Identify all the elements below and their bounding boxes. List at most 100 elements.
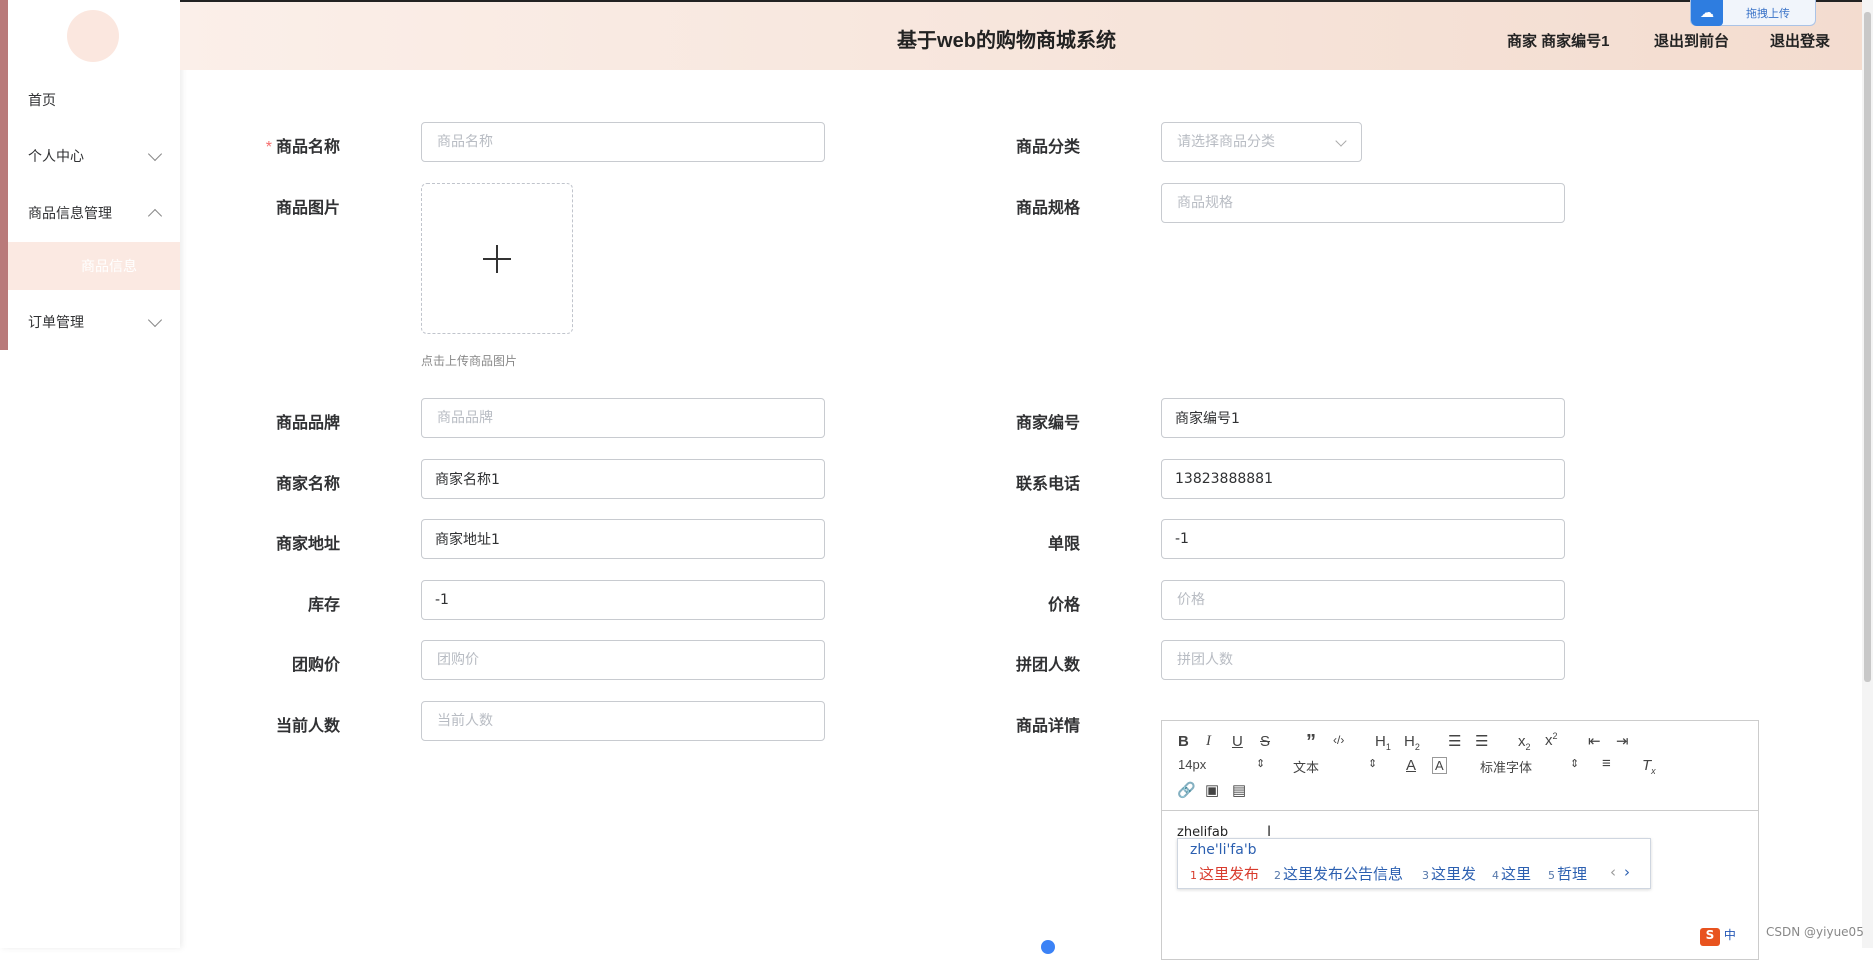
merchant-address-value: 商家地址1 <box>435 532 500 548</box>
ime-tray: S 中 <box>1700 926 1736 948</box>
current-count-field[interactable] <box>421 701 825 741</box>
group-size-field[interactable] <box>1161 640 1565 680</box>
underline-icon[interactable]: U <box>1232 733 1243 750</box>
ime-candidate[interactable]: 1 这里发布 <box>1190 863 1259 884</box>
indent-icon[interactable]: ⇥ <box>1616 732 1629 750</box>
spec-field[interactable] <box>1161 183 1565 223</box>
scrollbar-thumb[interactable] <box>1864 12 1871 682</box>
image-icon[interactable]: ▣ <box>1205 781 1219 799</box>
sidebar-item-label: 商品信息 <box>81 259 137 275</box>
watermark: CSDN @yiyue05 <box>1766 925 1864 939</box>
category-label: 商品分类 <box>1015 139 1080 156</box>
video-icon[interactable]: ▤ <box>1232 781 1246 799</box>
subscript-icon[interactable]: x2 <box>1518 733 1531 752</box>
limit-field[interactable]: -1 <box>1161 519 1565 559</box>
editor-toolbar: B I U S ” ‹/› H1 H2 ☰ ☰ x2 x2 ⇤ ⇥ 14px ⇕… <box>1162 721 1758 811</box>
sidebar-accent-strip <box>0 0 8 350</box>
group-price-input[interactable] <box>435 651 811 669</box>
chevron-down-icon <box>147 146 163 162</box>
sidebar-item-personal-center[interactable]: 个人中心 <box>8 132 180 180</box>
drag-upload-label: 拖拽上传 <box>1746 6 1790 20</box>
sidebar-item-product-management[interactable]: 商品信息管理 <box>8 189 180 237</box>
merchant-name-field[interactable]: 商家名称1 <box>421 459 825 499</box>
ime-composition: zhe'li'fa'b <box>1190 842 1257 858</box>
sogou-icon[interactable]: S <box>1700 928 1720 946</box>
price-field[interactable] <box>1161 580 1565 620</box>
price-label: 价格 <box>1047 597 1080 614</box>
merchant-no-label: 商家编号 <box>1015 415 1080 432</box>
background-color-icon[interactable]: A <box>1432 757 1447 774</box>
ime-prev-icon[interactable]: ‹ <box>1610 863 1616 881</box>
merchant-no-field[interactable]: 商家编号1 <box>1161 398 1565 438</box>
merchant-name-value: 商家名称1 <box>435 472 500 488</box>
outdent-icon[interactable]: ⇤ <box>1588 732 1601 750</box>
ime-candidate[interactable]: 3 这里发 <box>1422 863 1476 884</box>
ime-candidate[interactable]: 5 哲理 <box>1548 863 1587 884</box>
drag-upload-widget[interactable]: ☁ 拖拽上传 <box>1690 0 1816 26</box>
brand-field[interactable] <box>421 398 825 438</box>
ime-next-icon[interactable]: › <box>1624 863 1630 881</box>
link-icon[interactable]: 🔗 <box>1177 781 1196 799</box>
updown-icon: ⇕ <box>1368 758 1378 770</box>
chevron-up-icon <box>147 208 163 224</box>
heading2-icon[interactable]: H2 <box>1404 733 1420 752</box>
sidebar-item-order-management[interactable]: 订单管理 <box>8 298 180 346</box>
cloud-icon: ☁ <box>1691 0 1723 26</box>
top-header: 基于web的购物商城系统 商家 商家编号1 退出到前台 退出登录 <box>180 0 1873 70</box>
stock-label: 库存 <box>307 597 340 614</box>
product-name-label: * 商品名称 <box>265 139 340 156</box>
page-title: 基于web的购物商城系统 <box>897 30 1116 52</box>
clear-format-icon[interactable]: Tx <box>1642 757 1656 776</box>
sidebar-item-label: 商品信息管理 <box>28 206 112 222</box>
ime-candidate[interactable]: 4 这里 <box>1492 863 1531 884</box>
spec-input[interactable] <box>1175 194 1551 212</box>
merchant-name-label: 商家名称 <box>275 476 340 493</box>
group-size-input[interactable] <box>1175 651 1551 669</box>
brand-label: 商品品牌 <box>275 415 340 432</box>
image-upload-box[interactable] <box>421 183 573 334</box>
avatar <box>67 10 119 62</box>
sidebar-item-label: 订单管理 <box>28 315 84 331</box>
bold-icon[interactable]: B <box>1178 733 1189 750</box>
current-count-label: 当前人数 <box>275 718 340 735</box>
product-name-input[interactable] <box>435 133 811 151</box>
sidebar-item-label: 首页 <box>28 93 56 109</box>
ordered-list-icon[interactable]: ☰ <box>1448 732 1461 750</box>
merchant-address-field[interactable]: 商家地址1 <box>421 519 825 559</box>
strikethrough-icon[interactable]: S <box>1260 733 1270 750</box>
heading1-icon[interactable]: H1 <box>1375 733 1391 752</box>
current-count-input[interactable] <box>435 712 811 730</box>
back-to-front-link[interactable]: 退出到前台 <box>1654 30 1729 51</box>
sidebar-item-home[interactable]: 首页 <box>8 76 180 124</box>
bullet-list-icon[interactable]: ☰ <box>1475 732 1488 750</box>
category-select[interactable] <box>1161 122 1362 162</box>
price-input[interactable] <box>1175 591 1551 609</box>
font-color-icon[interactable]: A <box>1406 757 1416 774</box>
logout-link[interactable]: 退出登录 <box>1770 30 1830 51</box>
brand-input[interactable] <box>435 409 811 427</box>
font-size-select[interactable]: 14px <box>1178 757 1206 772</box>
italic-icon[interactable]: I <box>1206 733 1211 750</box>
code-icon[interactable]: ‹/› <box>1333 733 1344 747</box>
merchant-address-label: 商家地址 <box>275 536 340 553</box>
category-input[interactable] <box>1175 133 1348 151</box>
ime-candidate[interactable]: 2 这里发布公告信息 <box>1274 863 1403 884</box>
ime-lang-indicator[interactable]: 中 <box>1724 928 1736 942</box>
group-price-field[interactable] <box>421 640 825 680</box>
vertical-scrollbar[interactable] <box>1862 0 1873 948</box>
phone-label: 联系电话 <box>1015 476 1080 493</box>
font-family-select[interactable]: 标准字体 <box>1480 757 1532 776</box>
phone-value: 13823888881 <box>1175 471 1273 487</box>
chevron-down-icon <box>147 312 163 328</box>
superscript-icon[interactable]: x2 <box>1545 731 1558 749</box>
group-size-label: 拼团人数 <box>1015 657 1080 674</box>
align-icon[interactable]: ≡ <box>1602 755 1611 772</box>
required-mark: * <box>265 139 272 156</box>
product-name-field[interactable] <box>421 122 825 162</box>
blockquote-icon[interactable]: ” <box>1306 731 1316 754</box>
phone-field[interactable]: 13823888881 <box>1161 459 1565 499</box>
sidebar-item-product-info[interactable]: 商品信息 <box>8 242 180 290</box>
stock-field[interactable]: -1 <box>421 580 825 620</box>
paragraph-select[interactable]: 文本 <box>1293 757 1319 776</box>
detail-label: 商品详情 <box>1015 718 1080 735</box>
